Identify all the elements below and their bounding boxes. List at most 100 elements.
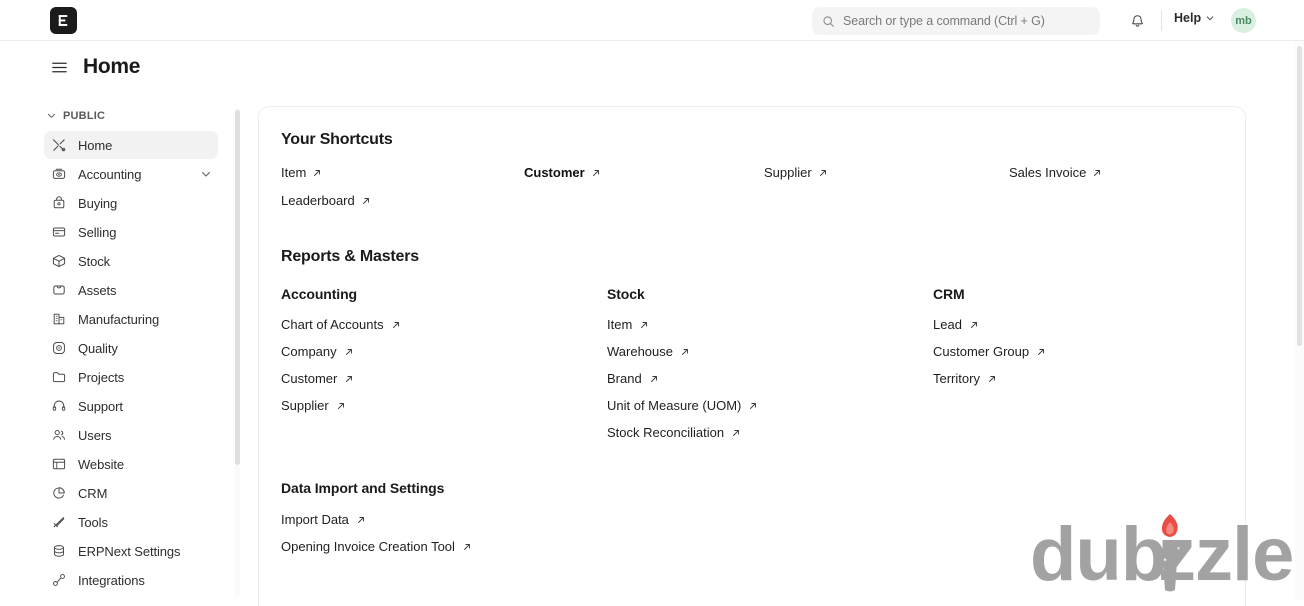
external-link-arrow-icon	[344, 347, 354, 357]
report-link[interactable]: Warehouse	[607, 344, 690, 359]
sidebar-item-buying[interactable]: Buying	[44, 189, 218, 217]
folder-icon	[50, 368, 68, 386]
avatar[interactable]: mb	[1231, 8, 1256, 33]
sidebar-item-selling[interactable]: Selling	[44, 218, 218, 246]
sidebar-item-stock[interactable]: Stock	[44, 247, 218, 275]
shortcut-label: Supplier	[764, 165, 812, 180]
data-import-label: Import Data	[281, 512, 349, 527]
reports-column-stock: Stock Item Warehouse Brand Unit of Measu…	[607, 286, 933, 451]
external-link-arrow-icon	[361, 196, 371, 206]
sidebar-item-label: Projects	[78, 369, 125, 385]
tools-icon	[50, 136, 68, 154]
report-label: Chart of Accounts	[281, 317, 384, 332]
external-link-arrow-icon	[462, 542, 472, 552]
shortcut-item[interactable]: Item	[281, 165, 322, 180]
erpnext-logo[interactable]	[50, 7, 77, 34]
plug-icon	[50, 571, 68, 589]
shortcut-item[interactable]: Customer	[524, 165, 601, 180]
users-icon	[50, 426, 68, 444]
report-label: Item	[607, 317, 633, 332]
sidebar-item-tools[interactable]: Tools	[44, 508, 218, 536]
report-link[interactable]: Chart of Accounts	[281, 317, 401, 332]
report-label: Customer	[281, 371, 338, 386]
page-header: Home	[50, 55, 140, 79]
sidebar-item-website[interactable]: Website	[44, 450, 218, 478]
data-import-label: Opening Invoice Creation Tool	[281, 539, 455, 554]
sidebar-item-label: Users	[78, 427, 112, 443]
help-menu[interactable]: Help	[1174, 11, 1215, 25]
column-title: Stock	[607, 286, 645, 302]
chevron-down-icon	[46, 110, 57, 121]
sidebar-item-label: ERPNext Settings	[78, 543, 181, 559]
sidebar-item-label: Tools	[78, 514, 108, 530]
shortcuts-title: Your Shortcuts	[281, 131, 393, 148]
sidebar-item-projects[interactable]: Projects	[44, 363, 218, 391]
sidebar-item-quality[interactable]: Quality	[44, 334, 218, 362]
briefcase-icon	[50, 281, 68, 299]
page-title: Home	[83, 55, 141, 78]
sidebar-item-support[interactable]: Support	[44, 392, 218, 420]
report-label: Brand	[607, 371, 642, 386]
piggy-bank-icon	[50, 165, 68, 183]
hamburger-icon[interactable]	[50, 58, 69, 77]
sidebar-item-users[interactable]: Users	[44, 421, 218, 449]
report-link[interactable]: Company	[281, 344, 354, 359]
external-link-arrow-icon	[336, 401, 346, 411]
report-link[interactable]: Item	[607, 317, 649, 332]
chevron-down-icon[interactable]	[200, 168, 212, 180]
external-link-arrow-icon	[987, 374, 997, 384]
sidebar-scrollbar-thumb[interactable]	[235, 110, 240, 465]
page-scrollbar-thumb[interactable]	[1297, 46, 1302, 346]
navbar-divider	[1161, 10, 1162, 31]
report-label: Lead	[933, 317, 962, 332]
sidebar-item-label: Selling	[78, 224, 117, 240]
sidebar-section-label: PUBLIC	[63, 109, 106, 122]
external-link-arrow-icon	[731, 428, 741, 438]
report-link[interactable]: Customer	[281, 371, 354, 386]
external-link-arrow-icon	[1036, 347, 1046, 357]
sidebar-item-label: Support	[78, 398, 123, 414]
report-link[interactable]: Territory	[933, 371, 997, 386]
shortcut-item[interactable]: Sales Invoice	[1009, 165, 1102, 180]
search-input[interactable]: Search or type a command (Ctrl + G)	[812, 7, 1100, 35]
shortcut-label: Customer	[524, 165, 585, 180]
report-label: Supplier	[281, 398, 329, 413]
data-import-link[interactable]: Opening Invoice Creation Tool	[281, 539, 472, 554]
shortcut-label: Leaderboard	[281, 193, 355, 208]
chevron-down-icon	[1205, 13, 1215, 23]
sidebar-item-accounting[interactable]: Accounting	[44, 160, 218, 188]
external-link-arrow-icon	[649, 374, 659, 384]
shortcut-item[interactable]: Leaderboard	[281, 193, 371, 208]
bell-icon[interactable]	[1126, 10, 1148, 32]
external-link-arrow-icon	[748, 401, 758, 411]
reports-column-crm: CRM Lead Customer Group Territory	[933, 286, 1223, 451]
report-link[interactable]: Unit of Measure (UOM)	[607, 398, 758, 413]
report-link[interactable]: Stock Reconciliation	[607, 425, 741, 440]
external-link-arrow-icon	[391, 320, 401, 330]
external-link-arrow-icon	[591, 168, 601, 178]
sidebar-item-label: CRM	[78, 485, 108, 501]
sidebar-item-label: Website	[78, 456, 125, 472]
report-label: Company	[281, 344, 337, 359]
report-link[interactable]: Customer Group	[933, 344, 1046, 359]
database-icon	[50, 542, 68, 560]
sidebar-item-label: Quality	[78, 340, 118, 356]
headset-icon	[50, 397, 68, 415]
sidebar-item-integrations[interactable]: Integrations	[44, 566, 218, 594]
report-link[interactable]: Brand	[607, 371, 659, 386]
search-icon	[822, 15, 835, 28]
card-icon	[50, 223, 68, 241]
sidebar-section-public[interactable]: PUBLIC	[44, 105, 236, 126]
sidebar-item-assets[interactable]: Assets	[44, 276, 218, 304]
sidebar-item-label: Assets	[78, 282, 117, 298]
sidebar-item-crm[interactable]: CRM	[44, 479, 218, 507]
report-link[interactable]: Lead	[933, 317, 979, 332]
sidebar-item-manufacturing[interactable]: Manufacturing	[44, 305, 218, 333]
sidebar-item-erpnext-settings[interactable]: ERPNext Settings	[44, 537, 218, 565]
shortcut-item[interactable]: Supplier	[764, 165, 828, 180]
report-link[interactable]: Supplier	[281, 398, 346, 413]
sidebar-item-home[interactable]: Home	[44, 131, 218, 159]
workspace-card: Your Shortcuts Item Customer Supplier Sa…	[258, 106, 1246, 606]
reports-grid: Accounting Chart of Accounts Company Cus…	[281, 286, 1223, 451]
data-import-link[interactable]: Import Data	[281, 512, 366, 527]
